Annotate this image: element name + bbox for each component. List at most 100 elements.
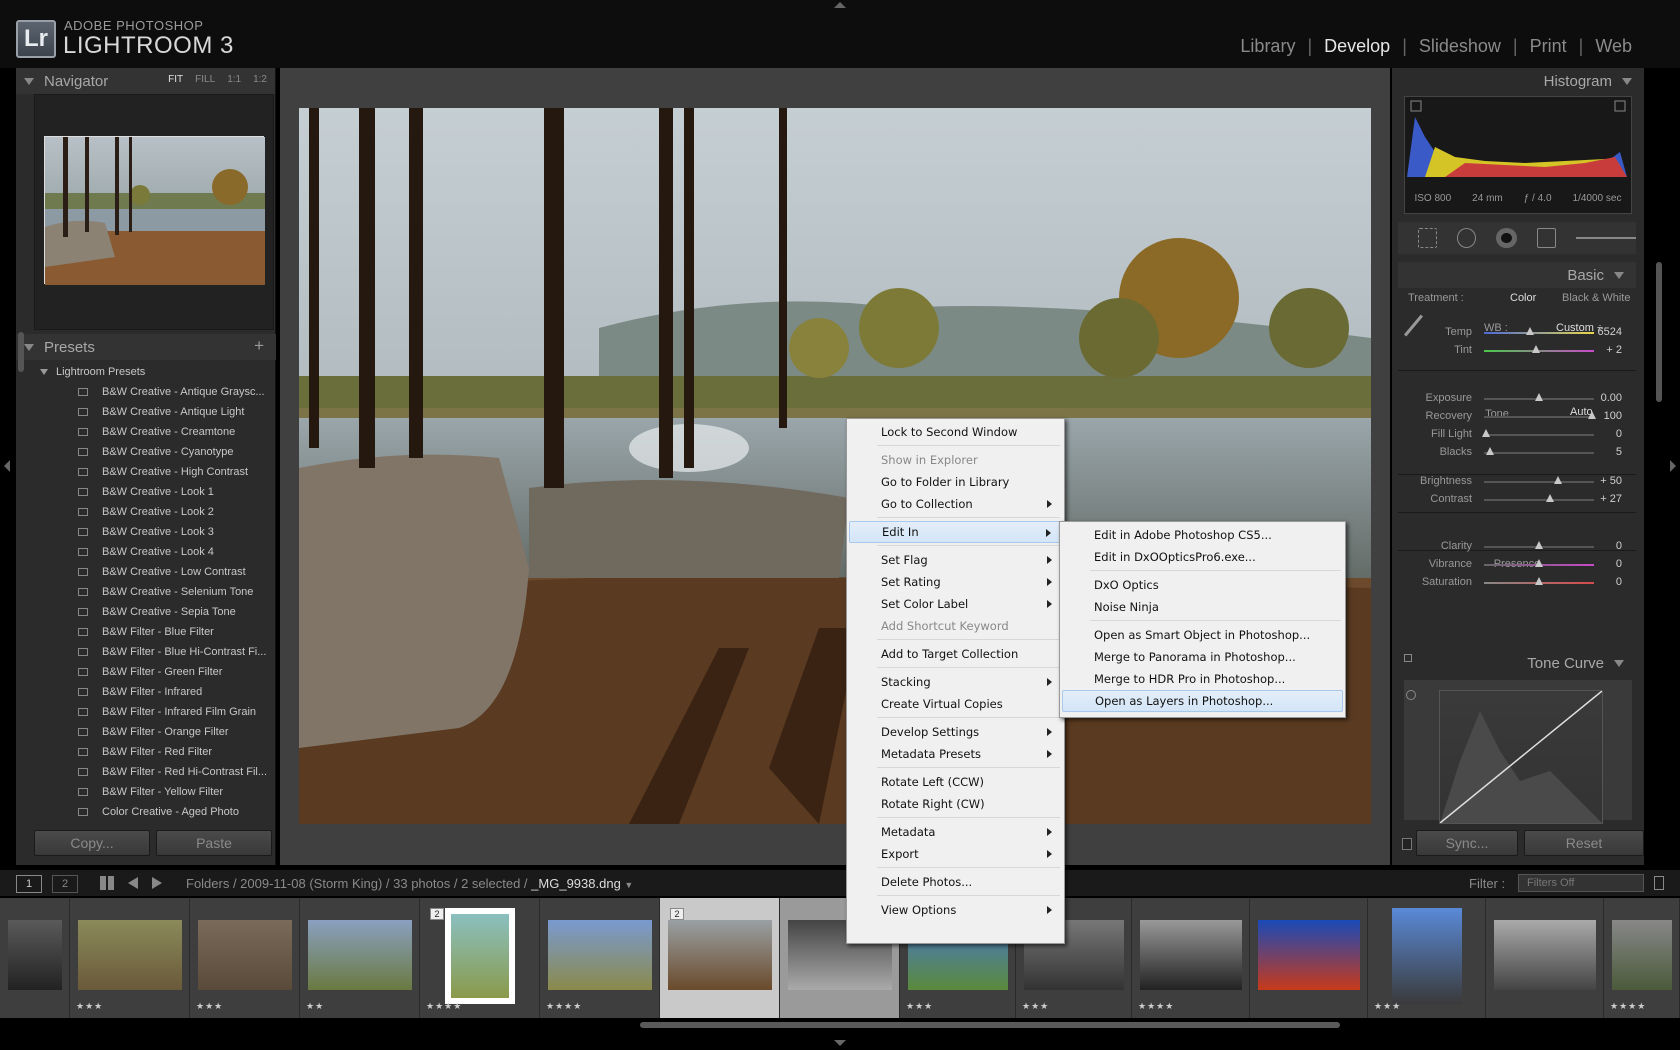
filmstrip-thumbnail[interactable] [1486, 898, 1604, 1018]
filmstrip-thumbnail[interactable] [1250, 898, 1368, 1018]
graduated-filter-icon[interactable] [1536, 228, 1556, 248]
slider-fill-light[interactable]: Fill Light 0 [1398, 426, 1636, 444]
previous-settings-toggle-icon[interactable] [1402, 838, 1412, 850]
main-window-button[interactable]: 1 [16, 875, 42, 893]
slider-contrast[interactable]: Contrast + 27 [1398, 491, 1636, 509]
slider-track[interactable] [1484, 452, 1594, 454]
submenu-item-merge-to-panorama-in-photoshop[interactable]: Merge to Panorama in Photoshop... [1062, 646, 1343, 668]
filmstrip-thumbnail[interactable]: ★★★ [70, 898, 190, 1018]
zoom-1-1[interactable]: 1:1 [227, 74, 241, 85]
basic-header[interactable]: Basic [1398, 262, 1636, 288]
preset-item[interactable]: B&W Creative - Look 3 [16, 522, 276, 542]
slider-track[interactable] [1484, 416, 1594, 418]
preset-item[interactable]: B&W Creative - Low Contrast [16, 562, 276, 582]
slider-thumb[interactable] [1482, 429, 1491, 437]
slider-value[interactable]: 0 [1616, 576, 1622, 588]
slider-vibrance[interactable]: Vibrance 0 [1398, 556, 1636, 574]
filmstrip-thumbnail[interactable]: ★★ [300, 898, 420, 1018]
slider-value[interactable]: 0.00 [1601, 392, 1622, 404]
navigator-thumbnail[interactable] [44, 136, 265, 285]
targeted-adjustment-icon[interactable] [1406, 690, 1416, 700]
preset-item[interactable]: B&W Creative - Cyanotype [16, 442, 276, 462]
navigator-header[interactable]: Navigator FIT FILL 1:1 1:2 [16, 68, 275, 94]
submenu-item-edit-in-dxoopticspro6-exe[interactable]: Edit in DxOOpticsPro6.exe... [1062, 546, 1343, 568]
slider-value[interactable]: 0 [1616, 540, 1622, 552]
slider-exposure[interactable]: Exposure 0.00 [1398, 390, 1636, 408]
slider-thumb[interactable] [1531, 345, 1540, 353]
slider-thumb[interactable] [1587, 411, 1596, 419]
presets-header[interactable]: Presets + [16, 334, 276, 360]
menu-item-go-to-collection[interactable]: Go to Collection [849, 493, 1062, 515]
filmstrip-thumbnail[interactable]: 2 [660, 898, 780, 1018]
zoom-1-2[interactable]: 1:2 [253, 74, 267, 85]
copy-settings-button[interactable]: Copy... [34, 830, 150, 856]
preset-item[interactable]: Color Creative - Aged Photo [16, 802, 276, 822]
preset-item[interactable]: B&W Creative - Selenium Tone [16, 582, 276, 602]
forward-arrow-icon[interactable] [152, 877, 162, 889]
submenu-item-merge-to-hdr-pro-in-photoshop[interactable]: Merge to HDR Pro in Photoshop... [1062, 668, 1343, 690]
left-panel-toggle-arrow[interactable] [4, 460, 10, 472]
add-preset-plus-icon[interactable]: + [254, 336, 264, 356]
spot-removal-icon[interactable] [1457, 228, 1477, 248]
preset-item[interactable]: B&W Creative - Sepia Tone [16, 602, 276, 622]
stack-count-badge[interactable]: 2 [670, 908, 684, 920]
preset-item[interactable]: B&W Creative - Antique Graysc... [16, 382, 276, 402]
slider-thumb[interactable] [1535, 559, 1543, 567]
slider-value[interactable]: + 50 [1600, 475, 1622, 487]
right-panel-scrollbar[interactable] [1656, 262, 1662, 402]
menu-item-lock-to-second-window[interactable]: Lock to Second Window [849, 421, 1062, 443]
slider-thumb[interactable] [1535, 541, 1543, 549]
filmstrip-thumbnail[interactable]: ★★★★ [1132, 898, 1250, 1018]
module-library[interactable]: Library [1228, 36, 1307, 57]
adjustment-brush-icon[interactable] [1575, 237, 1637, 239]
menu-item-set-rating[interactable]: Set Rating [849, 571, 1062, 593]
slider-track[interactable] [1484, 434, 1594, 436]
reset-button[interactable]: Reset [1524, 830, 1644, 856]
menu-item-rotate-left-ccw[interactable]: Rotate Left (CCW) [849, 771, 1062, 793]
slider-value[interactable]: + 2 [1606, 344, 1622, 356]
slider-blacks[interactable]: Blacks 5 [1398, 444, 1636, 462]
treatment-black-white[interactable]: Black & White [1562, 292, 1630, 304]
menu-item-set-flag[interactable]: Set Flag [849, 549, 1062, 571]
crop-overlay-icon[interactable] [1418, 228, 1438, 248]
preset-item[interactable]: B&W Creative - Antique Light [16, 402, 276, 422]
filmstrip-thumbnail[interactable]: ★★★★ [1604, 898, 1680, 1018]
preset-item[interactable]: B&W Creative - Look 4 [16, 542, 276, 562]
zoom-fill[interactable]: FILL [195, 74, 215, 85]
module-print[interactable]: Print [1518, 36, 1579, 57]
preset-item[interactable]: B&W Creative - Look 2 [16, 502, 276, 522]
slider-recovery[interactable]: Recovery 100 [1398, 408, 1636, 426]
menu-item-metadata-presets[interactable]: Metadata Presets [849, 743, 1062, 765]
menu-item-set-color-label[interactable]: Set Color Label [849, 593, 1062, 615]
menu-item-view-options[interactable]: View Options [849, 899, 1062, 921]
slider-saturation[interactable]: Saturation 0 [1398, 574, 1636, 592]
filmstrip-thumbnail[interactable]: ★★★ [190, 898, 300, 1018]
slider-thumb[interactable] [1485, 447, 1494, 455]
zoom-fit[interactable]: FIT [168, 74, 183, 85]
second-window-button[interactable]: 2 [52, 875, 78, 893]
preset-item[interactable]: B&W Filter - Blue Hi-Contrast Fi... [16, 642, 276, 662]
preset-item[interactable]: B&W Filter - Yellow Filter [16, 782, 276, 802]
preset-item[interactable]: B&W Creative - Look 1 [16, 482, 276, 502]
sync-button[interactable]: Sync... [1416, 830, 1518, 856]
filmstrip-thumbnail[interactable] [0, 898, 70, 1018]
slider-value[interactable]: 5 [1616, 446, 1622, 458]
slider-thumb[interactable] [1526, 327, 1535, 335]
slider-value[interactable]: 100 [1604, 410, 1622, 422]
submenu-item-open-as-smart-object-in-photoshop[interactable]: Open as Smart Object in Photoshop... [1062, 624, 1343, 646]
module-web[interactable]: Web [1583, 36, 1644, 57]
filter-dropdown[interactable]: Filters Off [1518, 874, 1644, 892]
preset-item[interactable]: B&W Creative - Creamtone [16, 422, 276, 442]
slider-track[interactable] [1484, 499, 1594, 501]
preset-item[interactable]: B&W Filter - Red Hi-Contrast Fil... [16, 762, 276, 782]
menu-item-stacking[interactable]: Stacking [849, 671, 1062, 693]
paste-settings-button[interactable]: Paste [156, 830, 272, 856]
back-arrow-icon[interactable] [128, 877, 138, 889]
slider-thumb[interactable] [1535, 393, 1543, 401]
histogram-header[interactable]: Histogram [1392, 68, 1644, 94]
submenu-item-open-as-layers-in-photoshop[interactable]: Open as Layers in Photoshop... [1062, 690, 1343, 712]
top-panel-toggle-arrow[interactable] [834, 2, 846, 8]
tone-curve-graph[interactable] [1439, 690, 1603, 824]
stack-count-badge[interactable]: 2 [430, 908, 444, 920]
filmstrip-scrollbar[interactable] [640, 1022, 1340, 1028]
